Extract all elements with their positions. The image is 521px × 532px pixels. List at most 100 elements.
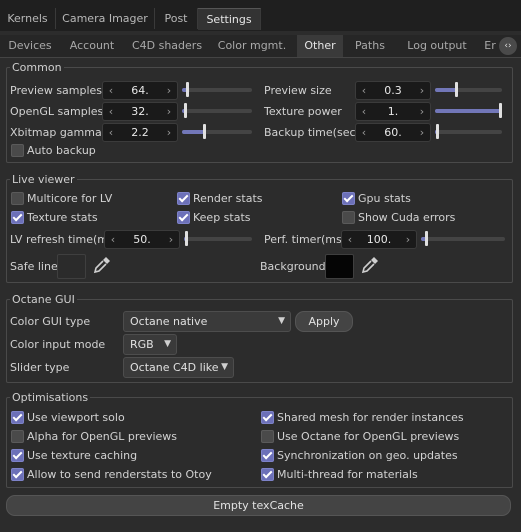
keep-stats-checkbox[interactable]: [177, 211, 190, 224]
texture-caching-checkbox[interactable]: [11, 449, 24, 462]
preview-samples-spinner[interactable]: ‹ 64. ›: [102, 81, 178, 100]
background-color-swatch[interactable]: [325, 254, 354, 279]
eyedropper-icon[interactable]: [360, 255, 380, 275]
lv-refresh-slider[interactable]: [184, 231, 252, 246]
backup-time-spinner[interactable]: ‹ 60. ›: [355, 123, 431, 142]
perf-timer-value[interactable]: 100.: [356, 231, 402, 248]
background-label: Background: [260, 260, 326, 273]
safe-line-color-swatch[interactable]: [57, 254, 86, 279]
auto-backup-label: Auto backup: [27, 144, 96, 157]
xbitmap-gamma-slider[interactable]: [182, 124, 252, 139]
subtab-log-output[interactable]: Log output: [397, 35, 477, 57]
subtab-devices[interactable]: Devices: [2, 35, 58, 57]
increment-icon[interactable]: ›: [165, 231, 177, 248]
increment-icon[interactable]: ›: [163, 82, 175, 99]
multicore-checkbox[interactable]: [11, 192, 24, 205]
render-stats-checkbox[interactable]: [177, 192, 190, 205]
preview-samples-slider[interactable]: [182, 82, 252, 97]
common-title: Common: [10, 61, 64, 74]
auto-backup-checkbox[interactable]: [11, 144, 24, 157]
chevron-down-icon: ▼: [278, 316, 285, 326]
empty-texcache-button[interactable]: Empty texCache: [6, 495, 511, 516]
opengl-samples-spinner[interactable]: ‹ 32. ›: [102, 102, 178, 121]
opengl-samples-label: OpenGL samples: [10, 105, 104, 118]
lv-refresh-spinner[interactable]: ‹ 50. ›: [104, 230, 180, 249]
tab-kernels[interactable]: Kernels: [0, 8, 56, 29]
decrement-icon[interactable]: ‹: [105, 124, 117, 141]
top-tab-bar: Kernels Camera Imager Post Settings: [0, 0, 521, 31]
gpu-stats-checkbox[interactable]: [342, 192, 355, 205]
color-input-mode-value: RGB: [130, 338, 154, 351]
preview-size-value[interactable]: 0.3: [370, 82, 416, 99]
increment-icon[interactable]: ›: [416, 82, 428, 99]
subtab-other[interactable]: Other: [297, 35, 343, 57]
texture-power-slider[interactable]: [435, 103, 502, 118]
opengl-samples-slider[interactable]: [182, 103, 252, 118]
texture-power-spinner[interactable]: ‹ 1. ›: [355, 102, 431, 121]
subtab-color-mgmt[interactable]: Color mgmt.: [211, 35, 293, 57]
perf-timer-slider[interactable]: [421, 231, 505, 246]
live-viewer-title: Live viewer: [10, 173, 77, 186]
tab-scroll-arrows-icon[interactable]: ‹›: [499, 37, 517, 55]
xbitmap-gamma-spinner[interactable]: ‹ 2.2 ›: [102, 123, 178, 142]
shared-mesh-checkbox[interactable]: [261, 411, 274, 424]
apply-button[interactable]: Apply: [295, 311, 353, 332]
xbitmap-gamma-value[interactable]: 2.2: [117, 124, 163, 141]
subtab-account[interactable]: Account: [62, 35, 122, 57]
shared-mesh-label: Shared mesh for render instances: [277, 411, 464, 424]
decrement-icon[interactable]: ‹: [358, 103, 370, 120]
preview-samples-value[interactable]: 64.: [117, 82, 163, 99]
alpha-opengl-checkbox[interactable]: [11, 430, 24, 443]
texture-stats-label: Texture stats: [27, 211, 98, 224]
subtab-paths[interactable]: Paths: [347, 35, 393, 57]
increment-icon[interactable]: ›: [416, 103, 428, 120]
decrement-icon[interactable]: ‹: [358, 82, 370, 99]
keep-stats-label: Keep stats: [193, 211, 251, 224]
tab-settings[interactable]: Settings: [198, 8, 261, 30]
increment-icon[interactable]: ›: [163, 124, 175, 141]
cuda-errors-checkbox[interactable]: [342, 211, 355, 224]
preview-size-spinner[interactable]: ‹ 0.3 ›: [355, 81, 431, 100]
decrement-icon[interactable]: ‹: [344, 231, 356, 248]
render-stats-label: Render stats: [193, 192, 263, 205]
perf-timer-label: Perf. timer(ms): [264, 233, 347, 246]
backup-time-slider[interactable]: [435, 124, 502, 139]
preview-samples-label: Preview samples: [10, 84, 103, 97]
sync-geo-checkbox[interactable]: [261, 449, 274, 462]
color-input-mode-label: Color input mode: [10, 338, 106, 351]
subtab-er[interactable]: Er: [480, 35, 500, 57]
slider-type-value: Octane C4D like: [130, 361, 219, 374]
texture-power-value[interactable]: 1.: [370, 103, 416, 120]
use-viewport-solo-checkbox[interactable]: [11, 411, 24, 424]
octane-opengl-checkbox[interactable]: [261, 430, 274, 443]
tab-camera-imager[interactable]: Camera Imager: [56, 8, 155, 29]
color-gui-type-label: Color GUI type: [10, 315, 91, 328]
multithread-materials-label: Multi-thread for materials: [277, 468, 418, 481]
renderstats-otoy-checkbox[interactable]: [11, 468, 24, 481]
opengl-samples-value[interactable]: 32.: [117, 103, 163, 120]
decrement-icon[interactable]: ‹: [107, 231, 119, 248]
increment-icon[interactable]: ›: [402, 231, 414, 248]
color-gui-type-dropdown[interactable]: Octane native ▼: [123, 311, 291, 332]
backup-time-value[interactable]: 60.: [370, 124, 416, 141]
increment-icon[interactable]: ›: [163, 103, 175, 120]
multithread-materials-checkbox[interactable]: [261, 468, 274, 481]
color-input-mode-dropdown[interactable]: RGB ▼: [123, 334, 177, 355]
sync-geo-label: Synchronization on geo. updates: [277, 449, 458, 462]
decrement-icon[interactable]: ‹: [358, 124, 370, 141]
eyedropper-icon[interactable]: [92, 255, 112, 275]
texture-stats-checkbox[interactable]: [11, 211, 24, 224]
increment-icon[interactable]: ›: [416, 124, 428, 141]
decrement-icon[interactable]: ‹: [105, 103, 117, 120]
decrement-icon[interactable]: ‹: [105, 82, 117, 99]
backup-time-label: Backup time(sec): [264, 126, 360, 139]
preview-size-slider[interactable]: [435, 82, 502, 97]
slider-type-dropdown[interactable]: Octane C4D like ▼: [123, 357, 234, 378]
use-viewport-solo-label: Use viewport solo: [27, 411, 125, 424]
subtab-c4d-shaders[interactable]: C4D shaders: [127, 35, 207, 57]
tab-post[interactable]: Post: [155, 8, 198, 29]
perf-timer-spinner[interactable]: ‹ 100. ›: [341, 230, 417, 249]
lv-refresh-value[interactable]: 50.: [119, 231, 165, 248]
preview-size-label: Preview size: [264, 84, 332, 97]
color-gui-type-value: Octane native: [130, 315, 208, 328]
